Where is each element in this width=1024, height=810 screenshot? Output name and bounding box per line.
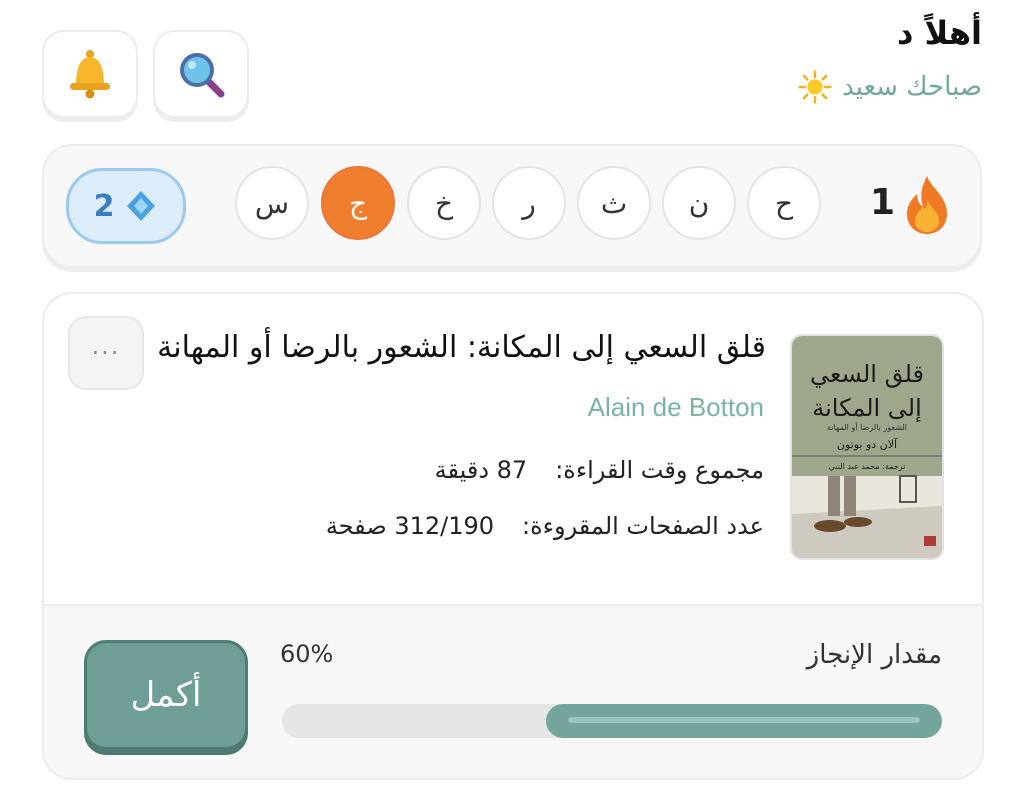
greeting-subtitle-row: صباحك سعيد	[798, 70, 982, 104]
day-circle[interactable]: ح	[747, 166, 821, 240]
cover-title-line1: قلق السعي	[810, 360, 924, 388]
day-label: ن	[688, 186, 710, 220]
day-label: ث	[600, 186, 628, 220]
search-button[interactable]	[153, 30, 249, 118]
day-circle[interactable]: خ	[407, 166, 481, 240]
day-circle[interactable]: ر	[492, 166, 566, 240]
progress-percent: 60%	[280, 640, 334, 668]
day-label: ج	[348, 186, 368, 220]
reading-time-stat: مجموع وقت القراءة: 87 دقيقة	[435, 456, 764, 484]
gems-pill[interactable]: 2	[66, 168, 186, 244]
book-title: قلق السعي إلى المكانة: الشعور بالرضا أو …	[157, 330, 766, 365]
progress-section: مقدار الإنجاز 60% أكمل	[44, 604, 982, 778]
more-icon: ···	[91, 339, 121, 367]
day-label: س	[254, 186, 290, 220]
day-label: خ	[434, 186, 454, 220]
pages-read-value: 312/190 صفحة	[325, 512, 495, 540]
cover-author: آلان دو بوتون	[837, 437, 898, 451]
day-circle[interactable]: ث	[577, 166, 651, 240]
pages-read-label: عدد الصفحات المقروءة:	[522, 512, 764, 540]
cover-title-line2: إلى المكانة	[812, 394, 922, 423]
notifications-button[interactable]	[42, 30, 138, 118]
progress-bar	[282, 704, 942, 738]
day-circle-today[interactable]: ج	[321, 166, 395, 240]
continue-button-label: أكمل	[130, 675, 202, 715]
home-screen: أهلاً د صباحك سعيد 2 س ج خ ر ث ن ح 1 قلق…	[0, 0, 1024, 810]
flame-icon	[907, 176, 947, 234]
gem-count: 2	[93, 188, 115, 224]
sun-icon	[798, 70, 832, 104]
streak-bar: 2 س ج خ ر ث ن ح 1	[42, 144, 982, 268]
continue-reading-button[interactable]: أكمل	[84, 640, 248, 750]
greeting-block: أهلاً د صباحك سعيد	[798, 14, 982, 104]
gem-icon	[127, 191, 156, 221]
book-cover-image: قلق السعي إلى المكانة الشعور بالرضا أو ا…	[792, 336, 942, 558]
greeting-title: أهلاً د	[896, 14, 982, 52]
greeting-subtitle: صباحك سعيد	[842, 72, 982, 102]
day-label: ر	[522, 186, 536, 220]
book-cover[interactable]: قلق السعي إلى المكانة الشعور بالرضا أو ا…	[790, 334, 944, 560]
reading-time-label: مجموع وقت القراءة:	[555, 456, 764, 484]
day-circle[interactable]: س	[235, 166, 309, 240]
reading-time-value: 87 دقيقة	[434, 456, 528, 484]
cover-translator: ترجمة: محمد عبد النبي	[829, 462, 906, 471]
pages-read-stat: عدد الصفحات المقروءة: 312/190 صفحة	[326, 512, 764, 540]
streak-count: 1	[870, 182, 896, 223]
search-icon	[180, 53, 225, 98]
book-author: Alain de Botton	[587, 392, 764, 422]
bell-icon	[70, 50, 110, 99]
day-label: ح	[774, 186, 794, 220]
day-circle[interactable]: ن	[662, 166, 736, 240]
current-book-card[interactable]: قلق السعي إلى المكانة الشعور بالرضا أو ا…	[42, 292, 984, 780]
progress-label: مقدار الإنجاز	[806, 640, 942, 670]
more-options-button[interactable]: ···	[68, 316, 144, 390]
progress-bar-fill	[546, 704, 942, 738]
cover-subtitle: الشعور بالرضا أو المهانة	[827, 422, 907, 432]
